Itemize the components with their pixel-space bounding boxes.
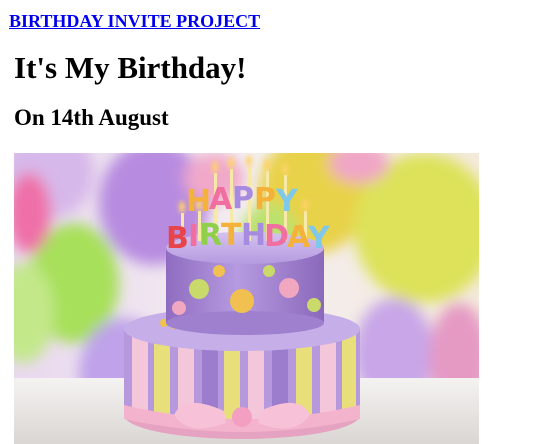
candle-letter: H [186, 184, 211, 219]
cake-illustration: H A P P Y B I R T H D A Y [14, 153, 479, 444]
page-title: It's My Birthday! [14, 50, 247, 85]
candle-letter: Y [307, 221, 331, 256]
candle-letter: P [232, 181, 254, 216]
event-date-heading: On 14th August [14, 105, 169, 130]
candle-letter: H [241, 218, 266, 253]
candle-letter: Y [275, 184, 299, 219]
candle-letter: R [199, 218, 222, 253]
candle-letter: I [188, 219, 199, 254]
candle-letter: A [209, 182, 233, 217]
candle-letter: B [166, 221, 189, 256]
birthday-cake-image: H A P P Y B I R T H D A Y [14, 153, 479, 444]
candle-letter: P [254, 182, 276, 217]
project-title-link[interactable]: BIRTHDAY INVITE PROJECT [9, 12, 260, 30]
candle-letter: D [264, 219, 289, 254]
candle-letter: T [221, 218, 242, 253]
